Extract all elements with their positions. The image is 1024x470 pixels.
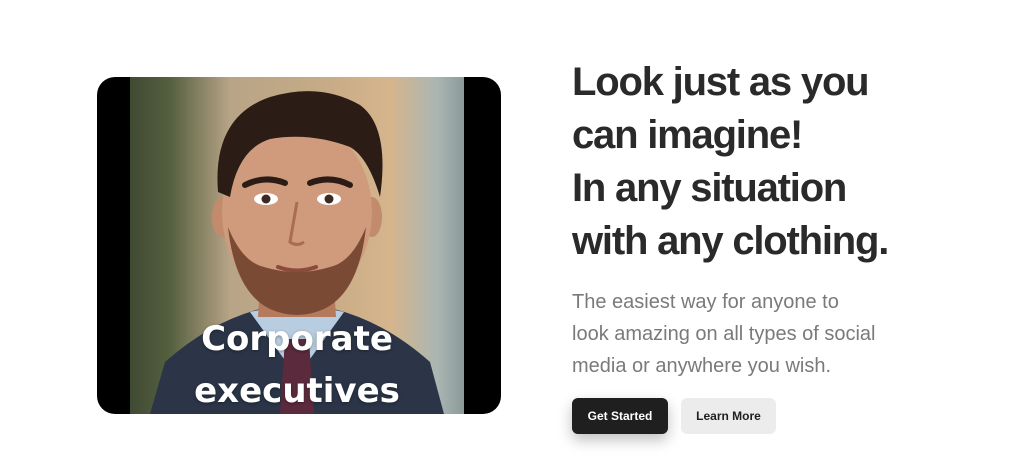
page-title: Look just as you can imagine! In any sit… bbox=[572, 56, 1012, 268]
headline-line-3: In any situation bbox=[572, 166, 847, 210]
get-started-button[interactable]: Get Started bbox=[572, 398, 668, 434]
portrait-photo: Corporate executives bbox=[130, 77, 464, 414]
subtitle-line-3: media or anywhere you wish. bbox=[572, 355, 832, 377]
hero-copy: Look just as you can imagine! In any sit… bbox=[572, 56, 1012, 382]
subtitle-line-2: look amazing on all types of social bbox=[572, 323, 876, 345]
headline-line-2: can imagine! bbox=[572, 113, 803, 157]
caption-line-1: Corporate bbox=[201, 319, 393, 359]
caption-line-2: executives bbox=[194, 371, 400, 411]
photo-caption: Corporate executives bbox=[130, 313, 464, 414]
hero-actions: Get Started Learn More bbox=[572, 398, 776, 434]
page-subtitle: The easiest way for anyone to look amazi… bbox=[572, 286, 1012, 382]
subtitle-line-1: The easiest way for anyone to bbox=[572, 291, 839, 313]
headline-line-4: with any clothing. bbox=[572, 219, 889, 263]
headline-line-1: Look just as you bbox=[572, 60, 870, 104]
example-photo-card: Corporate executives bbox=[97, 77, 501, 414]
landing-hero: Corporate executives Look just as you ca… bbox=[0, 0, 1024, 470]
learn-more-button[interactable]: Learn More bbox=[681, 398, 776, 434]
